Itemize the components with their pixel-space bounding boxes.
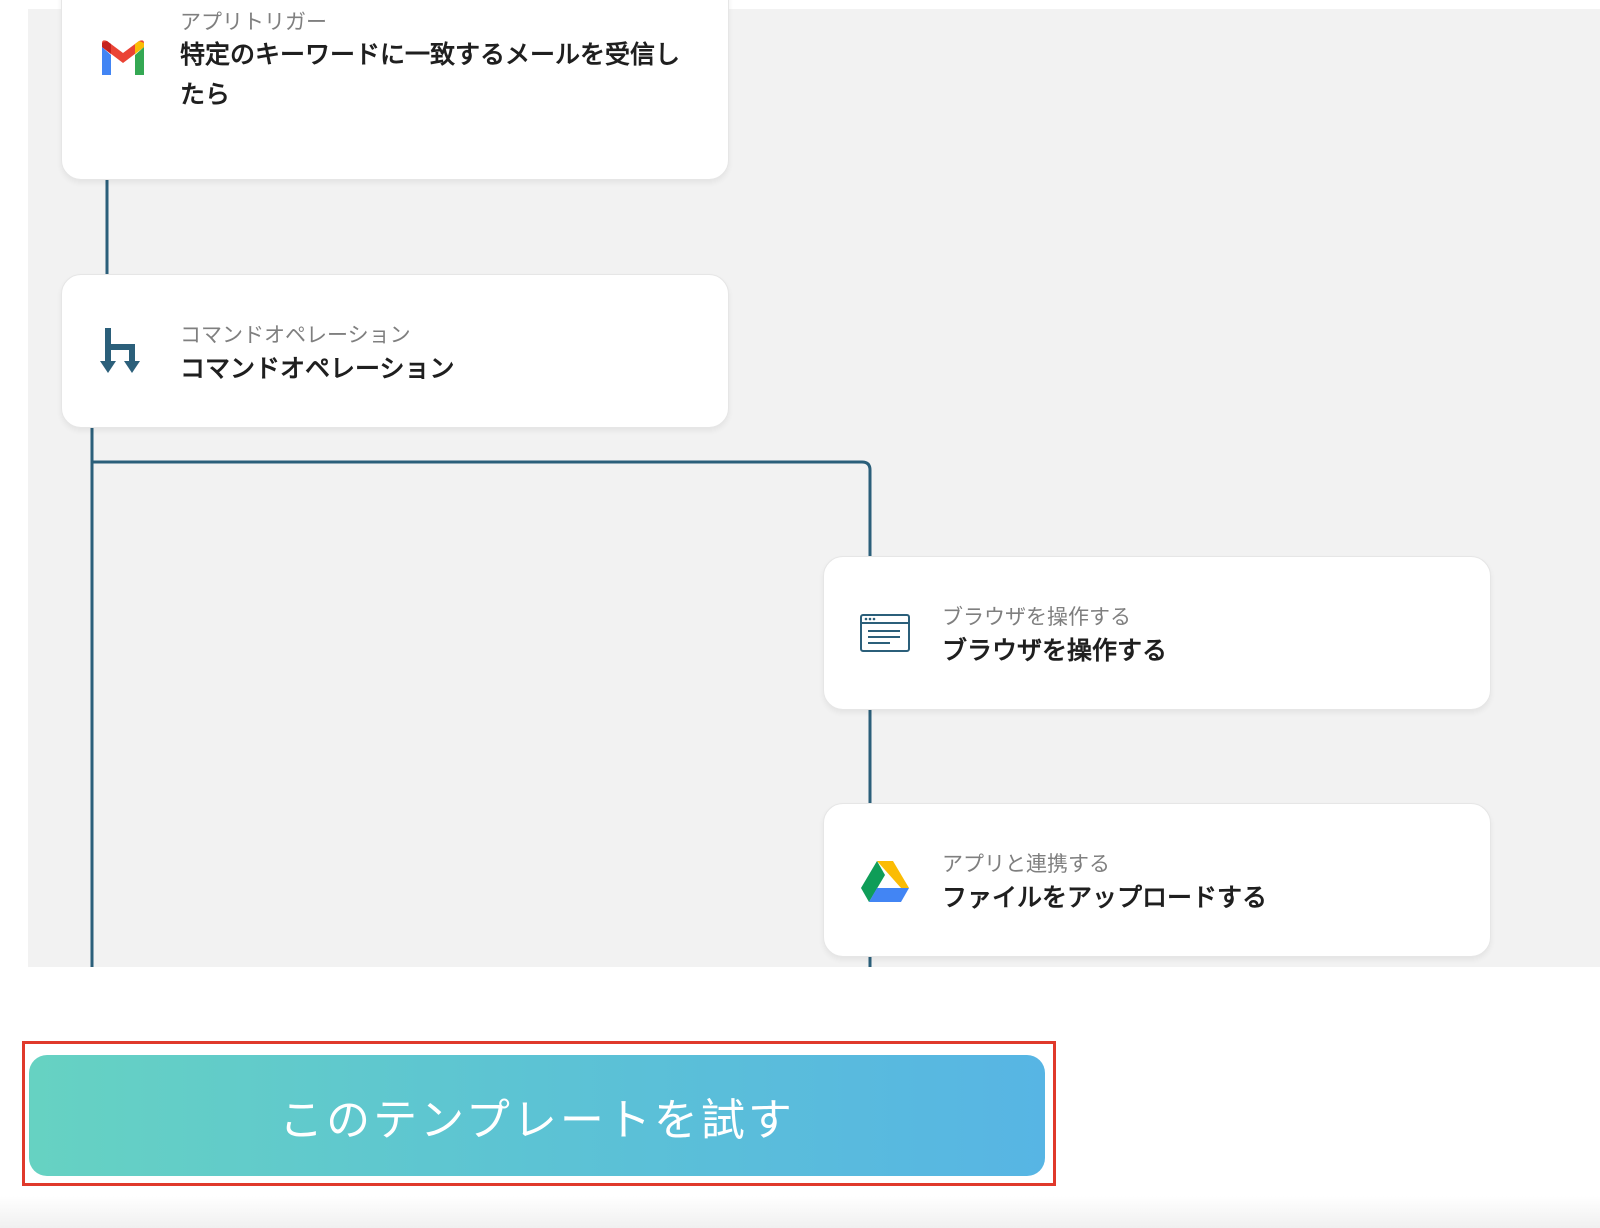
step-subtitle: アプリトリガー [180, 10, 327, 34]
step-subtitle: コマンドオペレーション [180, 323, 411, 347]
step-title: ブラウザを操作する [942, 636, 1168, 665]
flow-step-drive[interactable]: アプリと連携する ファイルをアップロードする [823, 803, 1491, 957]
google-drive-icon [860, 856, 910, 906]
step-title: コマンドオペレーション [180, 354, 455, 383]
flow-step-browser[interactable]: ブラウザを操作する ブラウザを操作する [823, 556, 1491, 710]
step-title: 特定のキーワードに一致するメールを受信したら [180, 40, 681, 109]
try-template-button[interactable]: このテンプレートを試す [29, 1055, 1045, 1176]
bottom-band [0, 1196, 1600, 1228]
browser-window-icon [860, 609, 910, 659]
connector-branch-right [92, 460, 872, 556]
flow-step-trigger[interactable]: アプリトリガー 特定のキーワードに一致するメールを受信したら [61, 0, 729, 180]
page: アプリトリガー 特定のキーワードに一致するメールを受信したら コマンドオペレーシ… [0, 0, 1600, 1228]
step-title: ファイルをアップロードする [942, 883, 1268, 912]
flow-step-command[interactable]: コマンドオペレーション コマンドオペレーション [61, 274, 729, 428]
step-subtitle: アプリと連携する [942, 852, 1110, 876]
gmail-icon [98, 33, 148, 83]
step-subtitle: ブラウザを操作する [942, 605, 1131, 629]
branch-icon [98, 327, 148, 377]
